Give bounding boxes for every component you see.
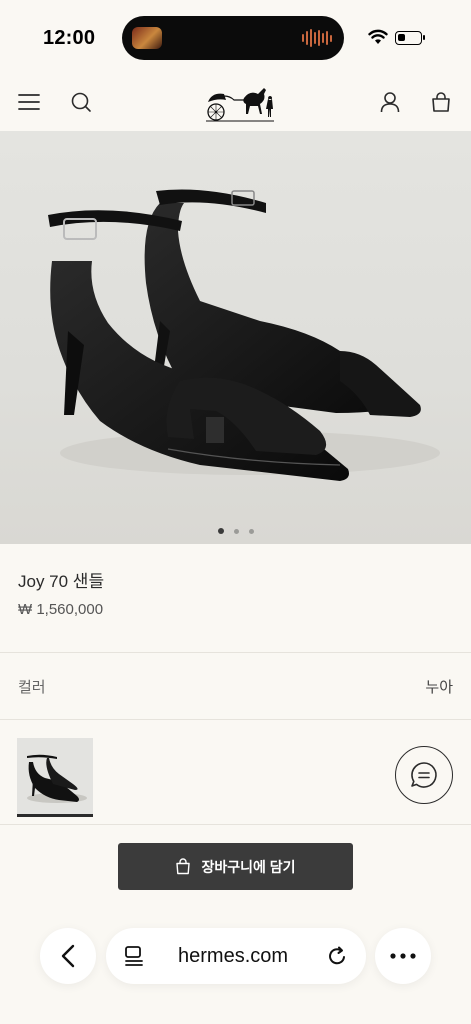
battery-icon (395, 31, 425, 45)
menu-icon[interactable] (16, 89, 42, 115)
url-text: hermes.com (178, 945, 289, 967)
sandal-image (48, 189, 440, 481)
browser-more-button[interactable] (375, 928, 431, 984)
clock: 12:00 (43, 27, 96, 49)
wifi-icon (368, 29, 388, 44)
audio-waveform-icon (302, 28, 332, 48)
selected-swatch-indicator (17, 814, 93, 817)
carousel-dot-1[interactable] (217, 528, 224, 534)
carousel-dot-2[interactable] (233, 528, 239, 534)
divider (0, 824, 471, 825)
search-icon[interactable] (68, 89, 94, 115)
chat-button[interactable] (395, 746, 453, 804)
divider (0, 719, 471, 720)
shopping-bag-icon[interactable] (428, 89, 454, 115)
product-price: ₩ 1,560,000 (18, 601, 104, 618)
reload-icon[interactable] (326, 945, 348, 967)
now-playing-artwork (132, 27, 162, 49)
product-image-carousel[interactable] (0, 131, 471, 544)
color-label: 컬러 (18, 679, 46, 696)
more-icon (390, 953, 416, 959)
shopping-bag-icon (176, 858, 191, 875)
status-bar: 12:00 (0, 0, 471, 76)
chat-icon (411, 762, 437, 788)
address-bar[interactable]: hermes.com (106, 928, 366, 984)
chevron-left-icon (61, 944, 75, 968)
dynamic-island[interactable] (122, 16, 344, 60)
add-to-cart-button[interactable]: 장바구니에 담기 (118, 843, 353, 890)
carousel-dot-3[interactable] (248, 528, 254, 534)
color-value: 누아 (425, 679, 453, 696)
site-header (0, 76, 471, 131)
page-menu-icon[interactable] (123, 945, 145, 967)
carousel-dots (0, 528, 471, 534)
hermes-logo[interactable] (204, 82, 276, 124)
color-swatch-thumbnail[interactable] (17, 738, 93, 814)
divider (0, 652, 471, 653)
add-to-cart-label: 장바구니에 담기 (201, 858, 296, 875)
product-name: Joy 70 샌들 (18, 572, 105, 591)
browser-back-button[interactable] (40, 928, 96, 984)
account-icon[interactable] (377, 89, 403, 115)
